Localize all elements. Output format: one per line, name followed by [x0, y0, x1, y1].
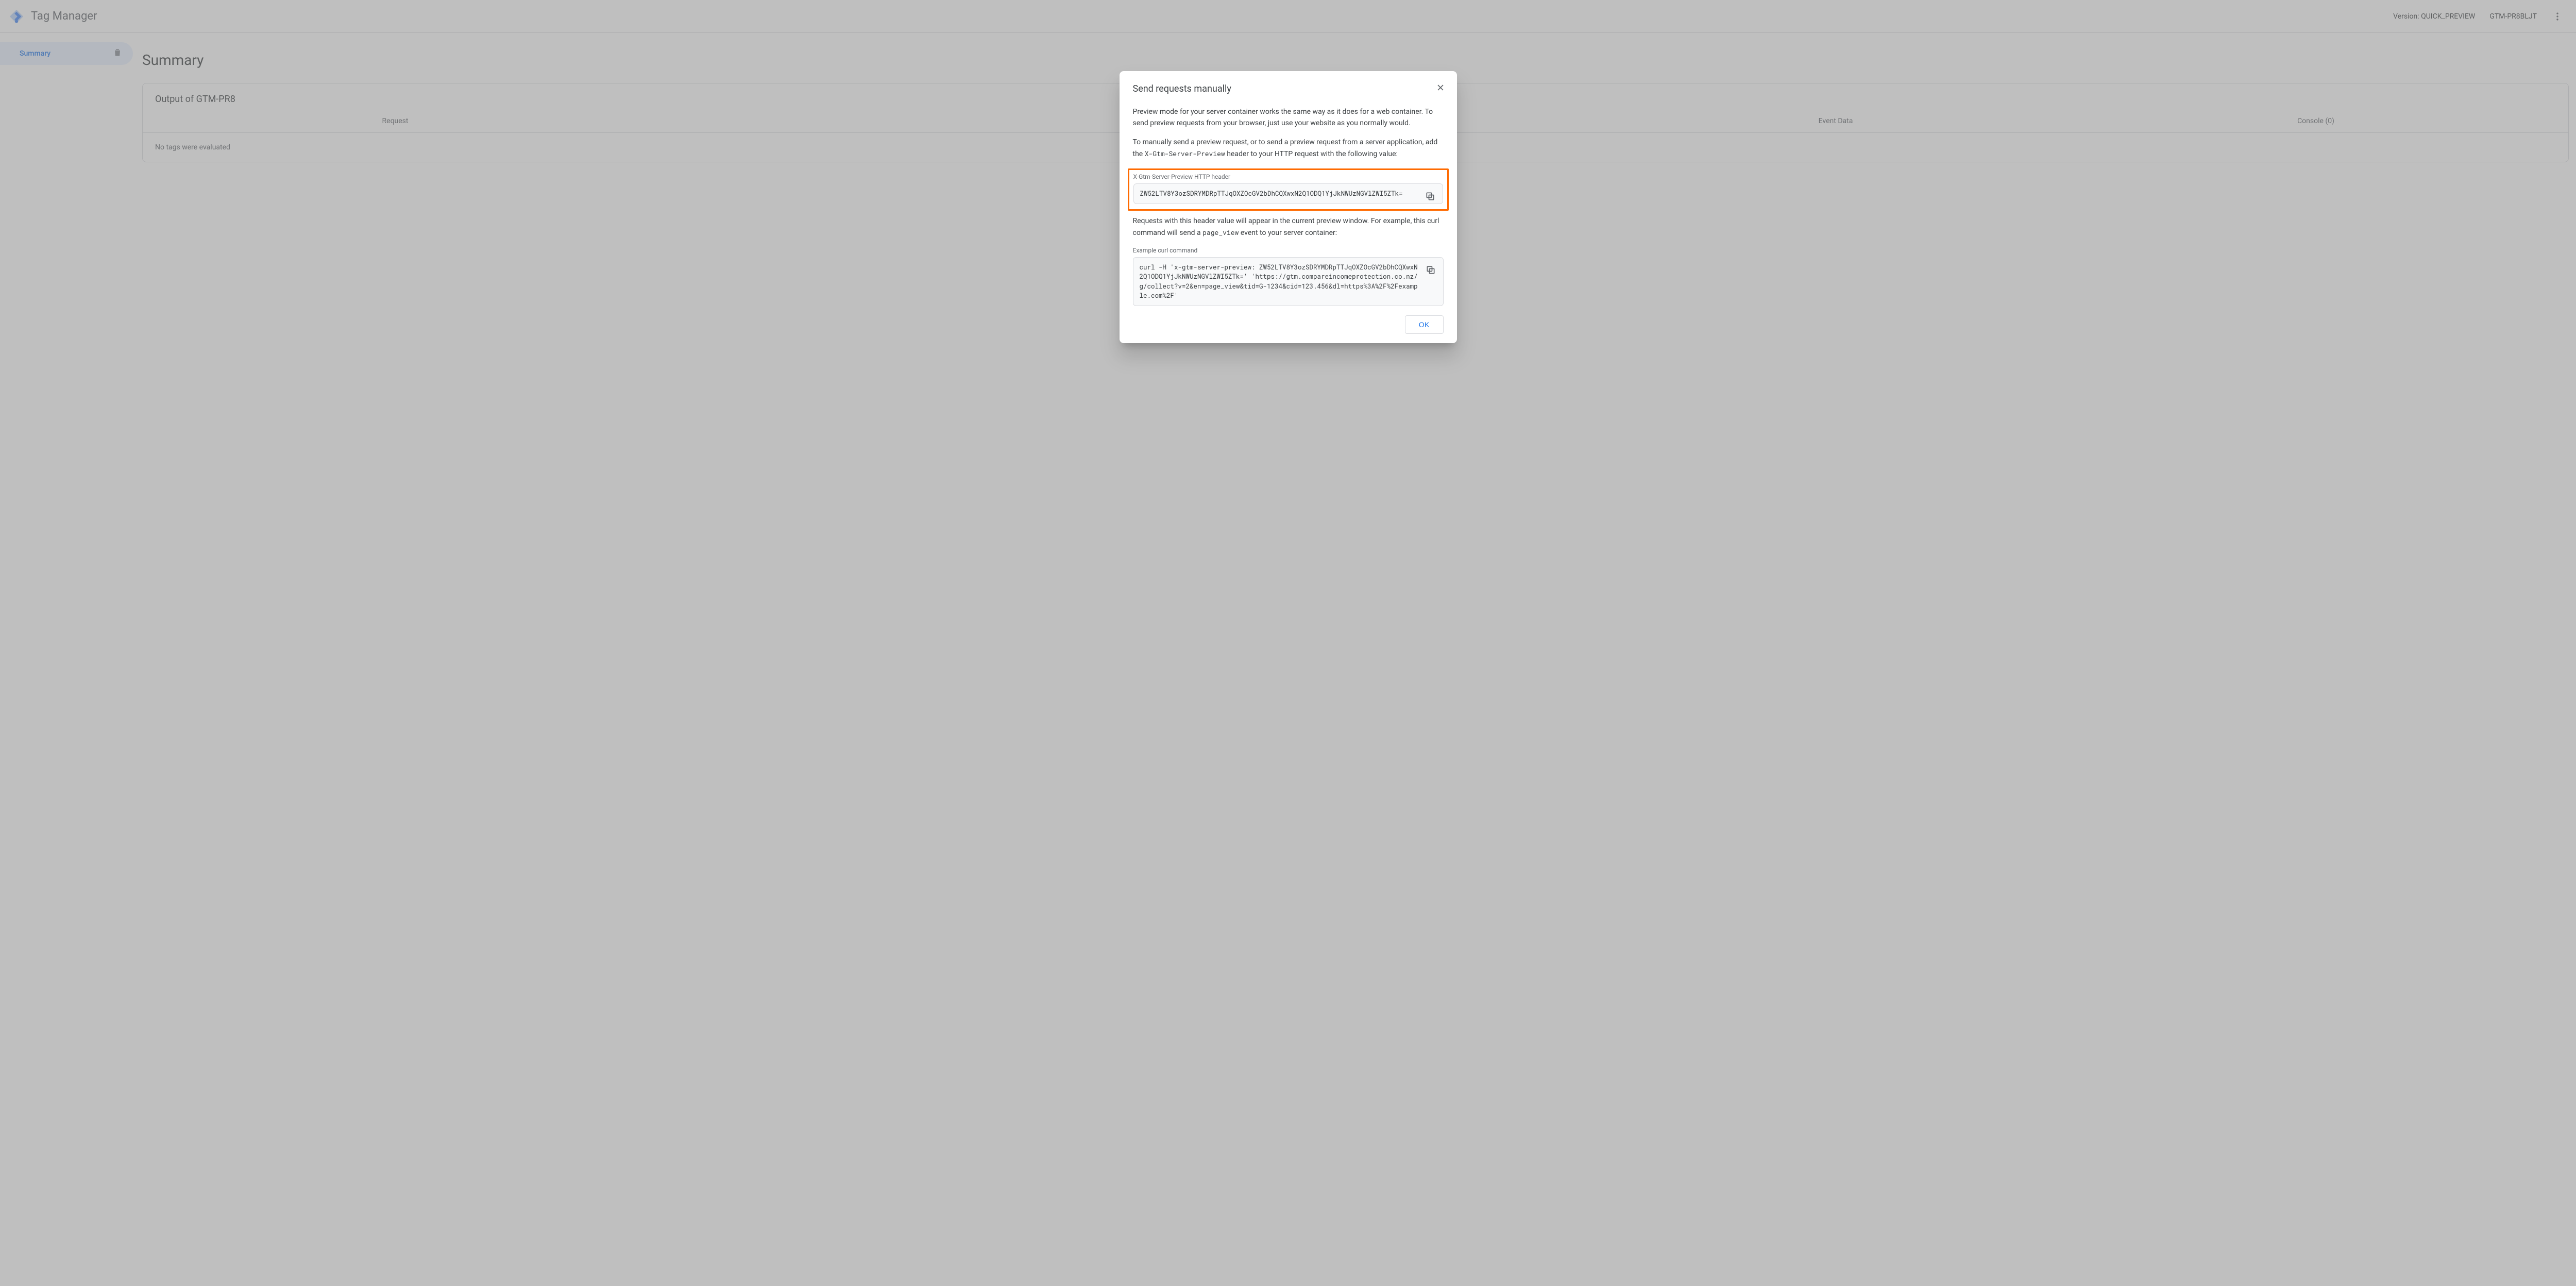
curl-value-text: curl -H 'x-gtm-server-preview: ZW52LTV8Y… — [1140, 263, 1418, 299]
para2-code: X-Gtm-Server-Preview — [1145, 149, 1225, 158]
curl-value-box: curl -H 'x-gtm-server-preview: ZW52LTV8Y… — [1133, 257, 1444, 306]
modal-para2: To manually send a preview request, or t… — [1133, 137, 1444, 160]
header-value-box: ZW52LTV8Y3ozSDRYMDRpTTJqOXZOcGV2bDhCQXwx… — [1133, 183, 1443, 204]
modal-para3: Requests with this header value will app… — [1133, 216, 1444, 239]
copy-curl-icon[interactable] — [1422, 262, 1439, 278]
ok-button[interactable]: OK — [1405, 315, 1444, 334]
curl-field-label: Example curl command — [1133, 247, 1444, 254]
modal-actions: OK — [1133, 315, 1444, 334]
modal-title: Send requests manually — [1133, 83, 1444, 94]
para2-post: header to your HTTP request with the fol… — [1225, 150, 1398, 158]
modal-para1: Preview mode for your server container w… — [1133, 107, 1444, 129]
highlighted-header-section: X-Gtm-Server-Preview HTTP header ZW52LTV… — [1128, 168, 1449, 211]
close-icon[interactable] — [1433, 80, 1448, 95]
para3-code: page_view — [1202, 228, 1239, 237]
send-requests-modal: Send requests manually Preview mode for … — [1120, 71, 1457, 343]
header-field-label: X-Gtm-Server-Preview HTTP header — [1133, 173, 1443, 180]
copy-header-icon[interactable] — [1422, 188, 1438, 205]
header-value-text: ZW52LTV8Y3ozSDRYMDRpTTJqOXZOcGV2bDhCQXwx… — [1140, 190, 1403, 198]
modal-overlay: Send requests manually Preview mode for … — [0, 0, 2576, 1286]
para3-post: event to your server container: — [1239, 229, 1337, 237]
curl-section: Example curl command curl -H 'x-gtm-serv… — [1133, 247, 1444, 306]
